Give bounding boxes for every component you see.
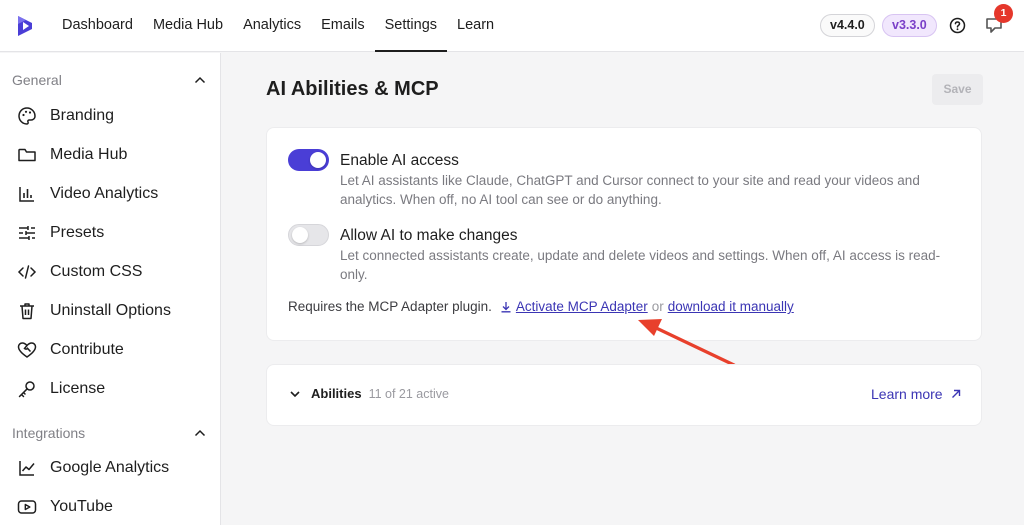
save-button[interactable]: Save [932, 74, 983, 105]
option-title: Enable AI access [340, 152, 459, 169]
download-manually-link[interactable]: download it manually [668, 299, 794, 314]
main-nav: Dashboard Media Hub Analytics Emails Set… [52, 0, 504, 52]
sidebar-item-label: Branding [50, 107, 115, 124]
requirement-text: Requires the MCP Adapter plugin. [288, 299, 492, 314]
sidebar-item-contribute[interactable]: Contribute [16, 335, 124, 365]
sidebar-item-label: Google Analytics [50, 459, 170, 476]
app-logo-icon[interactable] [14, 14, 38, 38]
sidebar-item-uninstall-options[interactable]: Uninstall Options [16, 296, 171, 326]
option-title: Allow AI to make changes [340, 227, 518, 244]
nav-settings[interactable]: Settings [374, 0, 448, 52]
sliders-icon [16, 222, 38, 244]
option-description: Let connected assistants create, update … [340, 248, 941, 282]
or-text: or [651, 299, 664, 314]
sidebar-item-label: Media Hub [50, 146, 128, 163]
heart-handshake-icon [16, 339, 38, 361]
sidebar-item-label: Video Analytics [50, 185, 159, 202]
trash-icon [16, 300, 38, 322]
sidebar-item-media-hub[interactable]: Media Hub [16, 140, 127, 170]
section-general-toggle[interactable]: General [12, 68, 207, 92]
chevron-down-icon [290, 390, 300, 397]
abilities-toggle[interactable]: Abilities 11 of 21 active [288, 386, 449, 401]
sidebar-item-label: YouTube [50, 498, 113, 515]
chevron-up-icon [194, 429, 206, 437]
pro-version-badge: v3.3.0 [882, 14, 937, 37]
code-icon [16, 261, 38, 283]
download-icon [501, 301, 511, 312]
sidebar-item-custom-css[interactable]: Custom CSS [16, 257, 142, 287]
sidebar-item-youtube[interactable]: YouTube [16, 492, 113, 522]
toggle-knob [292, 227, 308, 243]
toggle-knob [310, 152, 326, 168]
abilities-label: Abilities [311, 386, 362, 401]
section-integrations-toggle[interactable]: Integrations [12, 421, 207, 445]
enable-ai-access-toggle[interactable] [288, 149, 329, 171]
line-chart-icon [16, 457, 38, 479]
nav-analytics[interactable]: Analytics [233, 0, 311, 52]
section-integrations-label: Integrations [12, 425, 86, 441]
external-arrow-icon [951, 389, 960, 398]
chevron-up-icon [194, 76, 206, 84]
top-bar: Dashboard Media Hub Analytics Emails Set… [0, 0, 1024, 52]
notification-count-badge: 1 [994, 4, 1013, 23]
folder-icon [16, 144, 38, 166]
activate-mcp-adapter-link[interactable]: Activate MCP Adapter [516, 299, 648, 314]
nav-learn[interactable]: Learn [447, 0, 504, 52]
sidebar-item-google-analytics[interactable]: Google Analytics [16, 453, 169, 483]
sidebar-item-branding[interactable]: Branding [16, 101, 114, 131]
sidebar-item-label: Uninstall Options [50, 302, 171, 319]
section-general-label: General [12, 72, 62, 88]
palette-icon [16, 105, 38, 127]
nav-dashboard[interactable]: Dashboard [52, 0, 143, 52]
youtube-icon [16, 496, 38, 518]
key-icon [16, 378, 38, 400]
learn-more-label: Learn more [871, 386, 943, 402]
sidebar-item-video-analytics[interactable]: Video Analytics [16, 179, 158, 209]
learn-more-link[interactable]: Learn more [871, 386, 962, 402]
bar-chart-icon [16, 183, 38, 205]
sidebar-item-license[interactable]: License [16, 374, 105, 404]
mcp-adapter-requirement: Requires the MCP Adapter plugin. Activat… [288, 299, 794, 314]
page-title: AI Abilities & MCP [266, 78, 439, 100]
nav-media-hub[interactable]: Media Hub [143, 0, 233, 52]
sidebar-item-presets[interactable]: Presets [16, 218, 104, 248]
sidebar-item-label: Custom CSS [50, 263, 143, 280]
help-icon[interactable] [949, 17, 966, 34]
sidebar-item-label: License [50, 380, 106, 397]
plugin-version-badge: v4.4.0 [820, 14, 875, 37]
option-description: Let AI assistants like Claude, ChatGPT a… [340, 173, 920, 207]
allow-ai-changes-toggle[interactable] [288, 224, 329, 246]
sidebar-item-label: Presets [50, 224, 105, 241]
sidebar-item-label: Contribute [50, 341, 124, 358]
abilities-count: 11 of 21 active [368, 386, 449, 401]
nav-emails[interactable]: Emails [311, 0, 375, 52]
